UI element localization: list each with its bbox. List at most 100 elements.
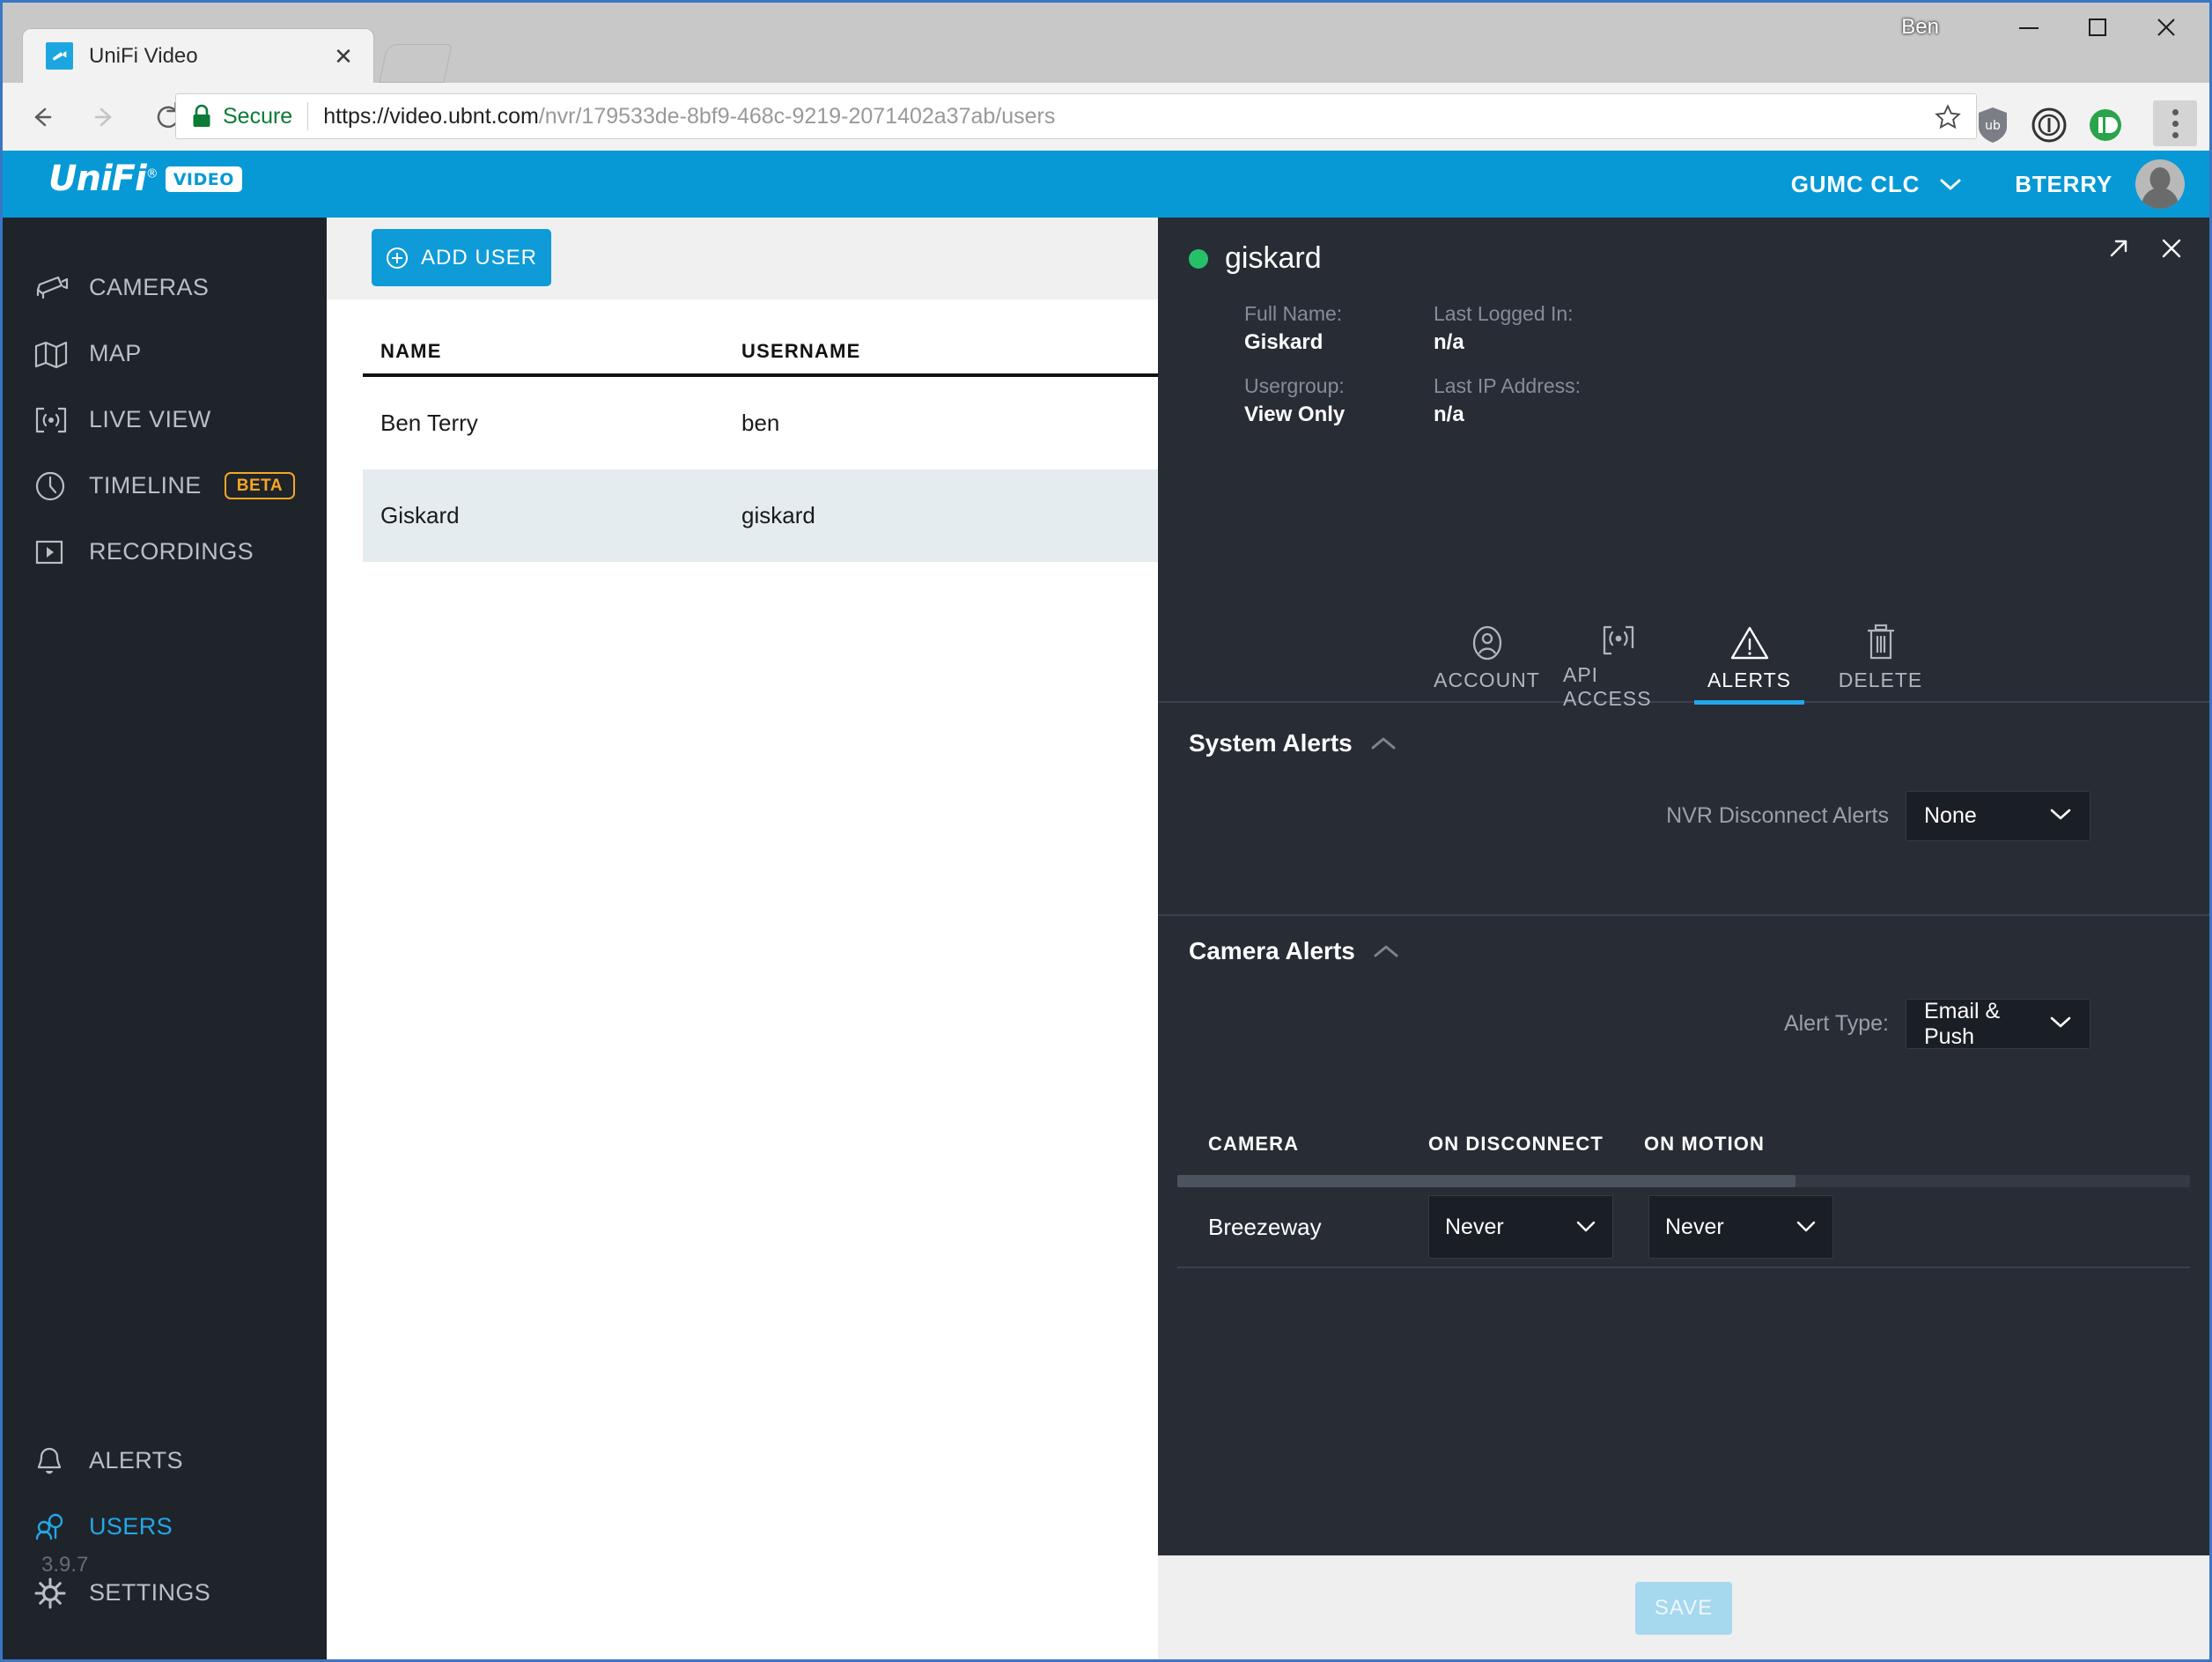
- tab-delete[interactable]: DELETE: [1825, 621, 1936, 703]
- sidebar-item-label: SETTINGS: [89, 1579, 211, 1606]
- site-selector-label[interactable]: GUMC CLC: [1791, 171, 1921, 198]
- sidebar-item-recordings[interactable]: RECORDINGS: [3, 519, 327, 585]
- system-alerts-heading[interactable]: System Alerts: [1158, 729, 2209, 757]
- sidebar-item-alerts[interactable]: ALERTS: [3, 1428, 327, 1494]
- column-header-username: USERNAME: [741, 340, 861, 362]
- browser-tab[interactable]: UniFi Video ✕: [22, 28, 374, 83]
- alert-type-label: Alert Type:: [1783, 1011, 1889, 1036]
- current-user-label[interactable]: BTERRY: [2015, 171, 2112, 198]
- security-indicator[interactable]: Secure: [190, 103, 292, 129]
- meta-label: Full Name:: [1244, 302, 1343, 325]
- star-icon[interactable]: [1928, 101, 1967, 133]
- user-username-cell: ben: [741, 410, 780, 436]
- back-arrow-icon[interactable]: [10, 85, 73, 149]
- on-disconnect-select[interactable]: Never: [1428, 1195, 1613, 1259]
- forward-arrow-icon: [73, 85, 136, 149]
- meta-label: Usergroup:: [1244, 374, 1345, 397]
- chevron-up-icon[interactable]: [1371, 942, 1401, 960]
- browser-window: Ben UniFi Video ✕ Secure https://video.u…: [0, 0, 2212, 1662]
- chevron-down-icon: [2047, 803, 2074, 829]
- security-label: Secure: [223, 103, 293, 129]
- sidebar-item-timeline[interactable]: TIMELINE BETA: [3, 453, 327, 519]
- sidebar-item-settings[interactable]: SETTINGS: [3, 1560, 327, 1626]
- url-path: /nvr/179533de-8bf9-468c-9219-2071402a37a…: [538, 103, 1056, 129]
- status-badge: [1189, 248, 1208, 269]
- expand-arrow-icon[interactable]: [2100, 230, 2137, 267]
- sidebar-item-label: MAP: [89, 340, 142, 366]
- menu-dot: [2171, 108, 2179, 115]
- meta-label: Last Logged In:: [1434, 302, 1574, 325]
- address-bar[interactable]: Secure https://video.ubnt.com/nvr/179533…: [175, 93, 1977, 139]
- app-header-right: GUMC CLC BTERRY: [1791, 151, 2185, 218]
- horizontal-scrollbar[interactable]: [1177, 1175, 2190, 1187]
- users-toolbar: ADD USER: [327, 218, 1158, 299]
- table-row: Breezeway Never Never: [1177, 1187, 2190, 1268]
- three-dot-menu-icon[interactable]: [2153, 100, 2197, 146]
- plus-circle-icon: [386, 247, 409, 270]
- sidebar-item-label: TIMELINE: [89, 472, 202, 499]
- detail-title-row: giskard: [1189, 241, 1322, 276]
- 1password-icon[interactable]: [2028, 104, 2070, 146]
- sidebar: CAMERAS MAP LIVE VIEW TIMELINE BETA RECO…: [3, 218, 327, 1659]
- browser-tab-title: UniFi Video: [89, 43, 198, 68]
- unifi-video-logo: UniFi® VIDEO: [48, 161, 242, 196]
- detail-actions: [2100, 230, 2190, 267]
- add-user-button[interactable]: ADD USER: [372, 229, 551, 286]
- api-access-icon: [1599, 621, 1638, 660]
- user-detail-panel: giskard Full Name: Giskard Last Logged I…: [1158, 218, 2209, 1659]
- close-icon[interactable]: [2153, 230, 2190, 267]
- user-metadata: Full Name: Giskard Last Logged In: n/a U…: [1244, 302, 1581, 427]
- play-box-icon: [34, 537, 73, 567]
- on-motion-select[interactable]: Never: [1648, 1195, 1833, 1259]
- trash-icon: [1863, 621, 1899, 665]
- menu-dot: [2171, 120, 2179, 127]
- user-name-cell: Giskard: [380, 502, 460, 528]
- lock-icon: [193, 104, 210, 127]
- map-icon: [34, 340, 73, 368]
- nvr-disconnect-alerts-row: NVR Disconnect Alerts None: [1158, 791, 2209, 841]
- sidebar-item-users[interactable]: USERS: [3, 1494, 327, 1560]
- unifi-video-favicon: [46, 42, 73, 70]
- table-row[interactable]: Ben Terry ben: [363, 377, 1158, 469]
- sidebar-item-live-view[interactable]: LIVE VIEW: [3, 387, 327, 453]
- ublock-origin-icon[interactable]: ub: [1972, 104, 2014, 146]
- user-username-cell: giskard: [741, 502, 815, 528]
- user-avatar[interactable]: [2135, 159, 2185, 209]
- table-row[interactable]: Giskard giskard: [363, 469, 1158, 562]
- detail-footer: SAVE: [1158, 1555, 2209, 1659]
- sidebar-top-nav: CAMERAS MAP LIVE VIEW TIMELINE BETA RECO…: [3, 255, 327, 585]
- chevron-down-icon[interactable]: [1937, 175, 1964, 193]
- meta-last-ip-address: Last IP Address: n/a: [1434, 374, 1581, 427]
- tab-account[interactable]: ACCOUNT: [1432, 621, 1542, 703]
- pushbullet-icon[interactable]: [2084, 104, 2127, 146]
- tab-label: ACCOUNT: [1434, 668, 1540, 691]
- meta-usergroup: Usergroup: View Only: [1244, 374, 1434, 427]
- select-value: Email & Push: [1924, 998, 2001, 1049]
- chevron-down-icon: [1574, 1215, 1598, 1240]
- tab-label: API ACCESS: [1563, 663, 1652, 710]
- tab-api-access[interactable]: API ACCESS: [1563, 621, 1673, 710]
- meta-value: View Only: [1244, 403, 1346, 426]
- nvr-disconnect-alerts-select[interactable]: None: [1906, 791, 2090, 841]
- users-table-header: NAME USERNAME: [363, 299, 1158, 377]
- omnibox-divider: [307, 102, 309, 130]
- tab-label: DELETE: [1838, 668, 1923, 691]
- account-icon: [1468, 621, 1507, 665]
- camera-name-cell: Breezeway: [1208, 1213, 1322, 1240]
- camera-table-header: CAMERA ON DISCONNECT ON MOTION: [1158, 1126, 2209, 1163]
- scrollbar-thumb[interactable]: [1177, 1175, 1795, 1187]
- alert-type-select[interactable]: Email & Push: [1906, 999, 2090, 1049]
- chevron-up-icon[interactable]: [1368, 735, 1398, 752]
- save-button[interactable]: SAVE: [1635, 1582, 1732, 1635]
- tab-close-icon[interactable]: ✕: [331, 44, 356, 69]
- detail-header: giskard Full Name: Giskard Last Logged I…: [1158, 218, 2209, 526]
- users-icon: [34, 1513, 73, 1541]
- sidebar-item-cameras[interactable]: CAMERAS: [3, 255, 327, 321]
- meta-value: n/a: [1434, 403, 1464, 426]
- tab-alerts[interactable]: ALERTS: [1694, 621, 1804, 705]
- svg-text:ub: ub: [1985, 119, 2001, 133]
- sidebar-item-map[interactable]: MAP: [3, 321, 327, 387]
- new-tab-icon[interactable]: [379, 44, 453, 83]
- camera-alerts-heading[interactable]: Camera Alerts: [1158, 919, 2209, 965]
- section-divider: [1158, 914, 2209, 916]
